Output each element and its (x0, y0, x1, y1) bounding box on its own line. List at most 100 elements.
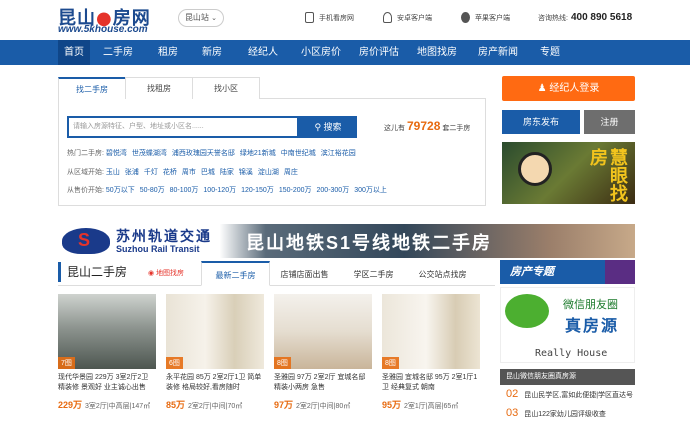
filter-link[interactable]: 淀山湖 (258, 169, 279, 176)
filter-link[interactable]: 滨江裕花园 (321, 150, 356, 157)
filter-link[interactable]: 50万以下 (106, 187, 135, 194)
nav-price-evaluation[interactable]: 房价评估 (350, 40, 408, 65)
agent-login-button[interactable]: ♟ 经纪人登录 (502, 76, 635, 101)
topic-rank: 02 (506, 388, 519, 400)
hot-topics-title: 房产专题 (510, 266, 554, 278)
count-prefix: 这儿有 (384, 125, 405, 132)
filter-link[interactable]: 天誉名邸 (207, 150, 235, 157)
tab-school[interactable]: 学区二手房 (339, 261, 408, 286)
filter-link[interactable]: 陆家 (220, 169, 234, 176)
listing-price: 97万 (274, 400, 294, 410)
filter-link[interactable]: 花桥 (163, 169, 177, 176)
filter-link[interactable]: 中南世纪城 (281, 150, 316, 157)
listing-title[interactable]: 圣雅园 宜城名邸 95万 2室1厅1卫 经典复式 朝南 (382, 373, 480, 393)
listing-price-row: 97万 2室2厅|中间|80㎡ (274, 398, 372, 411)
listing-title[interactable]: 圣雅园 97万 2室2厅 宜城名邸 精装小两房 急售 (274, 373, 372, 393)
filter-link[interactable]: 200-300万 (317, 187, 350, 194)
listing-title[interactable]: 永平花园 85万 2室2厅1卫 简单装修 格局较好,看房随时 (166, 373, 264, 393)
filter-link[interactable]: 300万以上 (354, 187, 387, 194)
register-button[interactable]: 注册 (584, 110, 635, 134)
listing-card[interactable]: 8图 圣雅园 宜城名邸 95万 2室1厅1卫 经典复式 朝南 95万 2室1厅|高… (382, 294, 480, 411)
listing-photo[interactable]: 6图 (166, 294, 264, 369)
wechat-ad-line2: 真房源 (565, 318, 620, 335)
topic-item[interactable]: 02 昆山民学区,富如此便捷|学区直达号 (506, 388, 633, 400)
filter-link[interactable]: 80-100万 (170, 187, 199, 194)
wechat-ad[interactable]: 微信朋友圈 真房源 Really House (500, 287, 635, 363)
filter-link[interactable]: 50-80万 (140, 187, 165, 194)
nav-second-hand[interactable]: 二手房 (90, 40, 146, 65)
tab-latest[interactable]: 最新二手房 (201, 261, 270, 286)
search-input[interactable]: 请输入房源特征、户型、地址或小区名...... (67, 116, 299, 138)
ad-text: 慧眼找房 (587, 148, 628, 202)
chevron-down-icon: ⌄ (211, 15, 218, 22)
listing-title[interactable]: 现代华景园 229万 3室2厅2卫 精装修 景观好 业主诚心出售 (58, 373, 156, 393)
hotline: 咨询热线: 400 890 5618 (538, 12, 632, 23)
listing-card[interactable]: 7图 现代华景园 229万 3室2厅2卫 精装修 景观好 业主诚心出售 229万… (58, 294, 156, 411)
photo-count-badge: 7图 (58, 357, 75, 369)
ad-banner-find-house[interactable]: 慧眼找房 (502, 142, 635, 204)
map-search-link[interactable]: ◉ 地图找房 (148, 268, 184, 278)
metro-banner[interactable]: 苏州轨道交通 Suzhou Rail Transit 昆山地铁S1号线地铁二手房 (58, 224, 635, 258)
listing-info: 2室2厅|中间|80㎡ (296, 403, 351, 410)
listing-photo[interactable]: 8图 (382, 294, 480, 369)
main-nav: 首页 二手房 租房 新房 经纪人 小区房价 房价评估 地图找房 房产新闻 专题 (0, 40, 690, 65)
section-title: 昆山二手房 (58, 262, 127, 282)
android-app-label: 安卓客户端 (397, 14, 432, 22)
filter-link[interactable]: 150-200万 (279, 187, 312, 194)
listing-count: 这儿有 79728 套二手房 (384, 119, 470, 133)
filter-link[interactable]: 千灯 (144, 169, 158, 176)
ios-app-link[interactable]: 苹果客户端 (461, 12, 510, 23)
filter-link[interactable]: 张浦 (125, 169, 139, 176)
city-switcher[interactable]: 昆山站 ⌄ (178, 9, 224, 27)
filter-link[interactable]: 100-120万 (203, 187, 236, 194)
hot-topics-header: 房产专题 (500, 260, 635, 284)
hotline-label: 咨询热线: (538, 15, 568, 22)
landlord-publish-button[interactable]: 房东发布 (502, 110, 580, 134)
listing-photo[interactable]: 7图 (58, 294, 156, 369)
photo-count-badge: 8图 (382, 357, 399, 369)
filter-link[interactable]: 绿地21新城 (240, 150, 276, 157)
filter-link[interactable]: 周庄 (284, 169, 298, 176)
listing-info: 3室2厅|中高层|147㎡ (85, 403, 151, 410)
filter-link[interactable]: 浦西玫瑰园 (172, 150, 207, 157)
listing-card[interactable]: 6图 永平花园 85万 2室2厅1卫 简单装修 格局较好,看房随时 85万 2室2… (166, 294, 264, 411)
tab-bus[interactable]: 公交站点找房 (408, 261, 477, 286)
nav-new-house[interactable]: 新房 (190, 40, 234, 65)
nav-news[interactable]: 房产新闻 (466, 40, 530, 65)
tab-community[interactable]: 找小区 (192, 77, 260, 99)
filter-link[interactable]: 碧悦湾 (106, 150, 127, 157)
tab-second-hand[interactable]: 找二手房 (58, 77, 126, 99)
topic-item[interactable]: 03 昆山122家幼儿园评级收查 (506, 407, 606, 419)
nav-special[interactable]: 专题 (530, 40, 570, 65)
nav-community-price[interactable]: 小区房价 (292, 40, 350, 65)
filter-link[interactable]: 世茂蝶湖湾 (132, 150, 167, 157)
filter-row-hot: 热门二手房: 碧悦湾 世茂蝶湖湾 浦西玫瑰园天誉名邸 绿地21新城 中南世纪城 滨江裕花园 (67, 148, 361, 158)
filter-label: 从区域开始: (67, 169, 104, 176)
search-button[interactable]: ⚲ 搜索 (299, 116, 357, 138)
mobile-site-link[interactable]: 手机看房网 (305, 12, 354, 23)
tab-shops[interactable]: 店铺店面出售 (270, 261, 339, 286)
android-app-link[interactable]: 安卓客户端 (383, 12, 432, 23)
nav-map-search[interactable]: 地图找房 (408, 40, 466, 65)
nav-agent[interactable]: 经纪人 (234, 40, 292, 65)
map-search-label: 地图找房 (156, 270, 185, 277)
map-pin-icon: ◉ (148, 270, 157, 277)
listing-card[interactable]: 8图 圣雅园 97万 2室2厅 宜城名邸 精装小两房 急售 97万 2室2厅|中间… (274, 294, 372, 411)
group-title: 昆山微信朋友圈真房源 (500, 369, 635, 385)
filter-link[interactable]: 玉山 (106, 169, 120, 176)
search-tabs: 找二手房 找租房 找小区 (58, 77, 260, 99)
listing-info: 2室2厅|中间|70㎡ (188, 403, 243, 410)
phone-icon (305, 12, 314, 23)
hotline-number: 400 890 5618 (570, 12, 633, 23)
apple-icon (461, 12, 470, 23)
listing-photo[interactable]: 8图 (274, 294, 372, 369)
tab-rent[interactable]: 找租房 (125, 77, 193, 99)
nav-rent[interactable]: 租房 (146, 40, 190, 65)
nav-home[interactable]: 首页 (58, 40, 90, 65)
filter-link[interactable]: 120-150万 (241, 187, 274, 194)
wechat-icon (505, 294, 549, 328)
rail-logo-icon (62, 228, 110, 254)
filter-link[interactable]: 锦溪 (239, 169, 253, 176)
filter-link[interactable]: 周市 (182, 169, 196, 176)
filter-link[interactable]: 巴城 (201, 169, 215, 176)
